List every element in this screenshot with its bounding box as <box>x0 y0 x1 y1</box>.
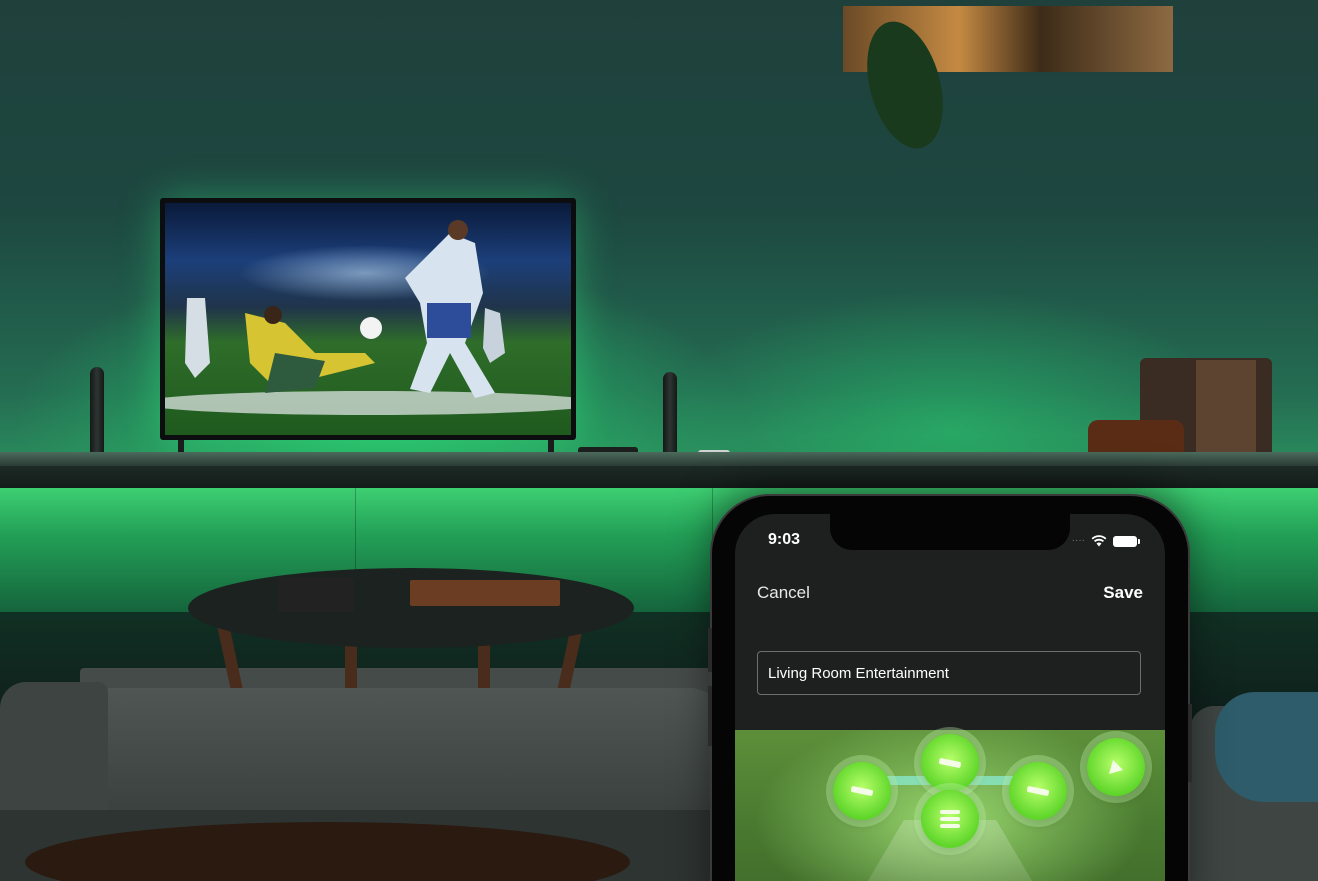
living-room-scene: 9:03 ···· Cancel Save <box>0 0 1318 881</box>
sofa-back <box>0 688 720 818</box>
area-name-input[interactable] <box>757 651 1141 695</box>
lightstrip-icon <box>940 810 960 828</box>
blanket <box>1215 692 1318 802</box>
lamp-icon <box>1109 760 1123 774</box>
smartphone: 9:03 ···· Cancel Save <box>708 496 1192 881</box>
play-light-right <box>663 372 677 460</box>
light-strip-1[interactable] <box>921 790 979 848</box>
light-bulb-1[interactable] <box>833 762 891 820</box>
light-bulb-2[interactable] <box>921 734 979 792</box>
status-time: 9:03 <box>768 531 801 548</box>
entertainment-area-map[interactable] <box>735 730 1165 881</box>
cancel-button[interactable]: Cancel <box>757 583 810 603</box>
signal-dots-icon: ···· <box>1071 535 1085 546</box>
lightbar-icon <box>938 758 962 768</box>
phone-notch <box>830 514 1070 550</box>
lightbar-icon <box>850 786 874 796</box>
save-button[interactable]: Save <box>1103 583 1143 603</box>
light-bulb-3[interactable] <box>1009 762 1067 820</box>
wifi-icon <box>1091 535 1107 547</box>
binoculars <box>278 578 354 612</box>
light-lamp-1[interactable] <box>1087 738 1145 796</box>
books <box>410 580 560 606</box>
tv-screen <box>165 203 571 435</box>
lightbar-icon <box>1026 786 1050 796</box>
play-light-left <box>90 367 104 457</box>
app-screen: 9:03 ···· Cancel Save <box>735 514 1165 881</box>
battery-icon <box>1113 535 1140 547</box>
shelf-front <box>0 466 1318 488</box>
television <box>160 198 576 440</box>
shelf-top <box>0 452 1318 466</box>
status-icons: ···· <box>1071 534 1140 548</box>
football-image <box>165 220 571 415</box>
